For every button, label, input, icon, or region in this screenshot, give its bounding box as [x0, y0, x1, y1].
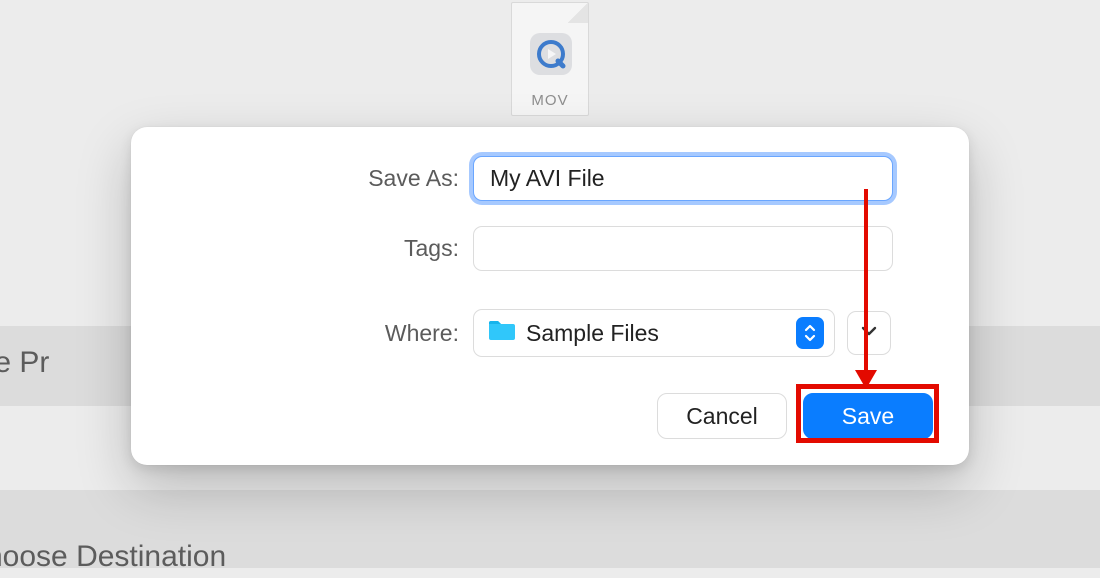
save-sheet-dialog: Save As: Tags: Where: Sample Files: [131, 127, 969, 465]
tags-label: Tags:: [131, 235, 473, 262]
cancel-button-label: Cancel: [686, 403, 758, 430]
up-down-icon: [796, 317, 824, 349]
chevron-down-icon: [860, 324, 878, 342]
expand-browser-button[interactable]: [847, 311, 891, 355]
where-folder-popup[interactable]: Sample Files: [473, 309, 835, 357]
where-label: Where:: [131, 320, 473, 347]
save-button[interactable]: Save: [803, 393, 933, 439]
where-folder-name: Sample Files: [526, 320, 659, 347]
file-icon-mov: MOV: [511, 2, 589, 116]
save-as-label: Save As:: [131, 165, 473, 192]
background-text: hoose Destination: [0, 540, 226, 574]
save-button-label: Save: [842, 403, 894, 430]
save-as-input[interactable]: [473, 156, 893, 201]
background-text: oose Pr: [0, 346, 49, 380]
cancel-button[interactable]: Cancel: [657, 393, 787, 439]
file-extension-label: MOV: [512, 92, 588, 109]
folder-icon: [488, 319, 516, 347]
quicktime-app-icon: [530, 33, 572, 75]
tags-input[interactable]: [473, 226, 893, 271]
